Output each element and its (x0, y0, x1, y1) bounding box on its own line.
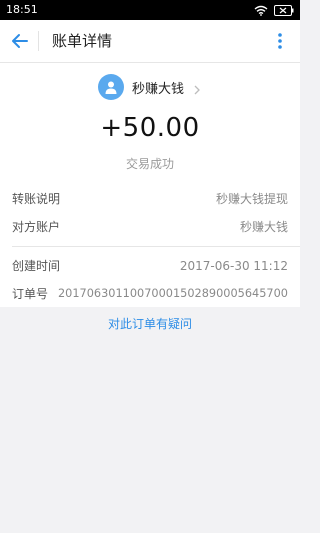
wifi-icon (254, 5, 268, 16)
page-title: 账单详情 (52, 32, 113, 50)
order-question-link[interactable]: 对此订单有疑问 (0, 315, 300, 332)
status-time: 18:51 (6, 3, 38, 16)
user-avatar-icon (97, 74, 124, 100)
detail-value: 秒赚大钱 (239, 220, 288, 234)
bill-detail-card: 秒赚大钱 +50.00 交易成功 转账说明 秒赚大钱提现 对方账户 秒赚大钱 创… (0, 63, 300, 307)
detail-row-account: 对方账户 秒赚大钱 (12, 217, 288, 237)
detail-label: 对方账户 (12, 220, 61, 234)
detail-value: 20170630110070001502890005645700 (58, 287, 288, 300)
app-bar-divider (38, 31, 39, 51)
more-vertical-icon[interactable] (268, 29, 292, 53)
detail-value: 秒赚大钱提现 (215, 192, 288, 206)
detail-row-memo: 转账说明 秒赚大钱提现 (12, 189, 288, 209)
app-bar: 账单详情 (0, 20, 300, 63)
status-icons (254, 0, 294, 20)
transaction-status: 交易成功 (125, 157, 174, 171)
back-arrow-icon[interactable] (8, 29, 32, 53)
payee-row[interactable]: 秒赚大钱 (0, 69, 300, 105)
payee-name: 秒赚大钱 (131, 81, 184, 97)
detail-row-order: 订单号 20170630110070001502890005645700 (12, 284, 288, 304)
detail-row-created: 创建时间 2017-06-30 11:12 (12, 256, 288, 276)
chevron-right-icon (192, 81, 202, 95)
divider (12, 246, 300, 247)
transaction-amount: +50.00 (100, 113, 200, 143)
detail-value: 2017-06-30 11:12 (179, 259, 288, 273)
detail-label: 创建时间 (12, 259, 61, 273)
detail-label: 订单号 (12, 287, 49, 301)
detail-label: 转账说明 (12, 192, 61, 206)
battery-icon (274, 4, 294, 16)
status-bar: 18:51 (0, 0, 300, 20)
